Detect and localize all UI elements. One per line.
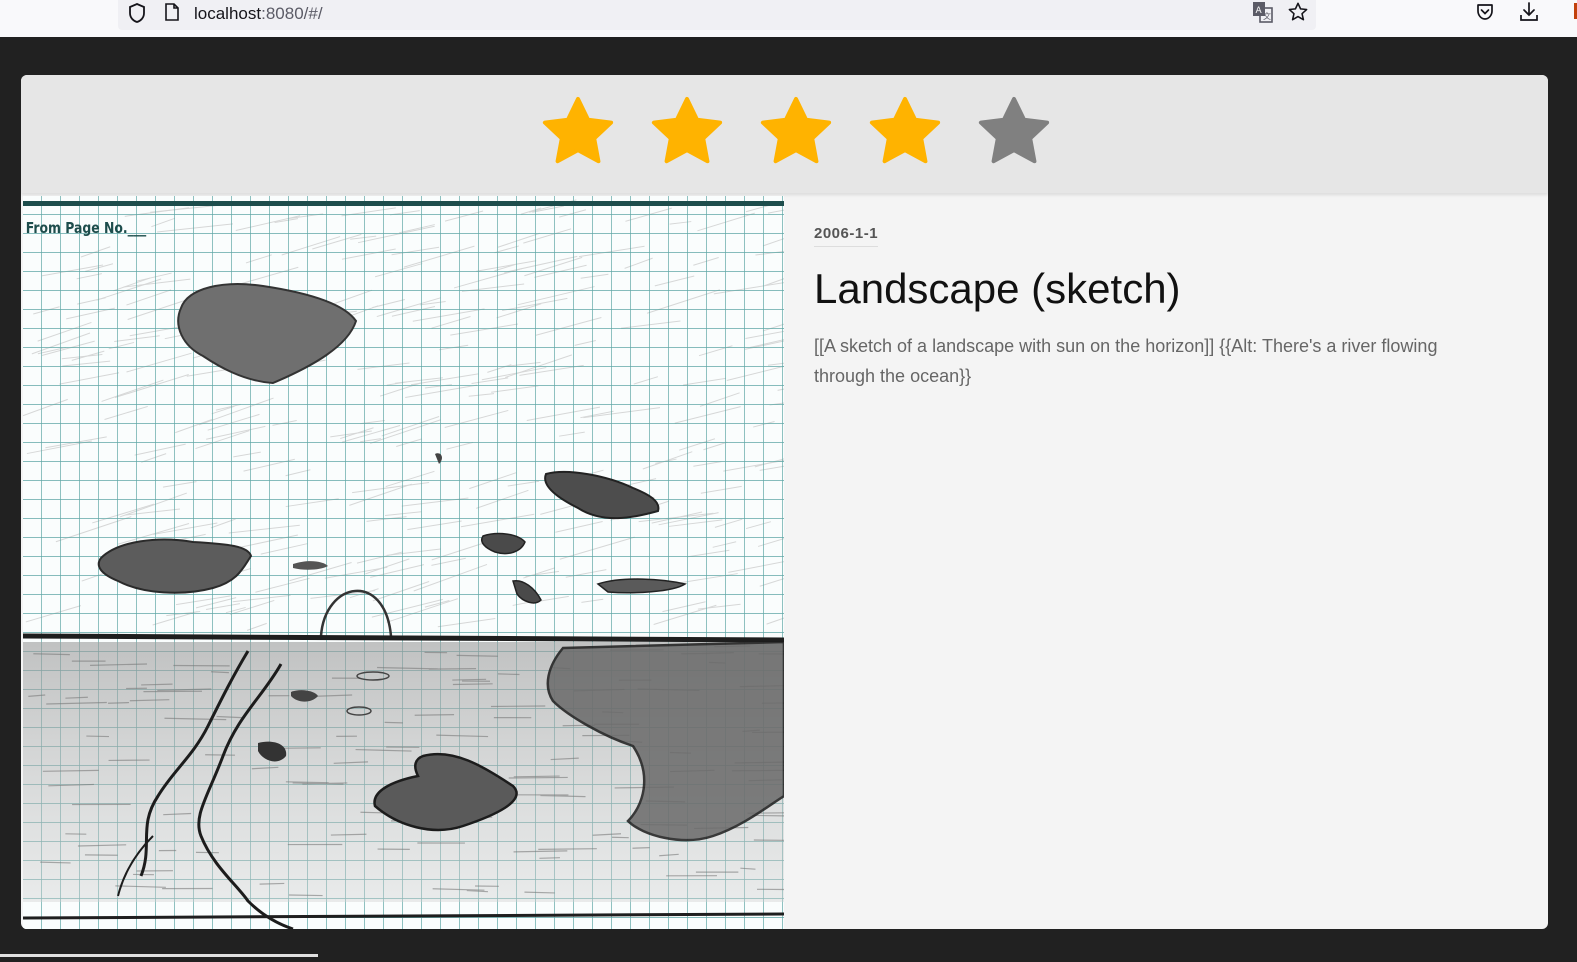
url-text[interactable]: localhost:8080/#/ (194, 4, 323, 24)
item-info: 2006-1-1 Landscape (sketch) [[A sketch o… (814, 225, 1514, 391)
item-title: Landscape (sketch) (814, 265, 1181, 312)
bottom-strip (0, 954, 318, 957)
sketch-caption: From Page No.___ (26, 221, 147, 238)
item-date: 2006-1-1 (814, 225, 879, 247)
url-path: :8080/#/ (261, 4, 323, 23)
page-icon[interactable] (164, 2, 180, 22)
star-icon-1[interactable] (539, 93, 617, 171)
item-description: [[A sketch of a landscape with sun on th… (814, 336, 1438, 386)
rating-bar (21, 75, 1548, 193)
browser-toolbar: localhost:8080/#/ A 文 (0, 0, 1577, 37)
star-rating[interactable] (539, 93, 1053, 171)
svg-text:A: A (1256, 6, 1263, 16)
download-icon[interactable] (1519, 1, 1539, 23)
url-host: localhost (194, 4, 262, 23)
star-icon-2[interactable] (648, 93, 726, 171)
translate-icon[interactable]: A 文 (1252, 1, 1274, 23)
pocket-icon[interactable] (1475, 2, 1495, 22)
star-icon-4[interactable] (866, 93, 944, 171)
svg-text:文: 文 (1263, 11, 1271, 21)
bookmark-star-icon[interactable] (1287, 1, 1309, 23)
star-icon-5[interactable] (975, 93, 1053, 171)
star-icon-3[interactable] (757, 93, 835, 171)
sketch-image: From Page No.___ (23, 196, 784, 929)
item-card: From Page No.___ 2006-1-1 Landscape (ske… (21, 75, 1548, 929)
shield-icon[interactable] (127, 2, 147, 24)
